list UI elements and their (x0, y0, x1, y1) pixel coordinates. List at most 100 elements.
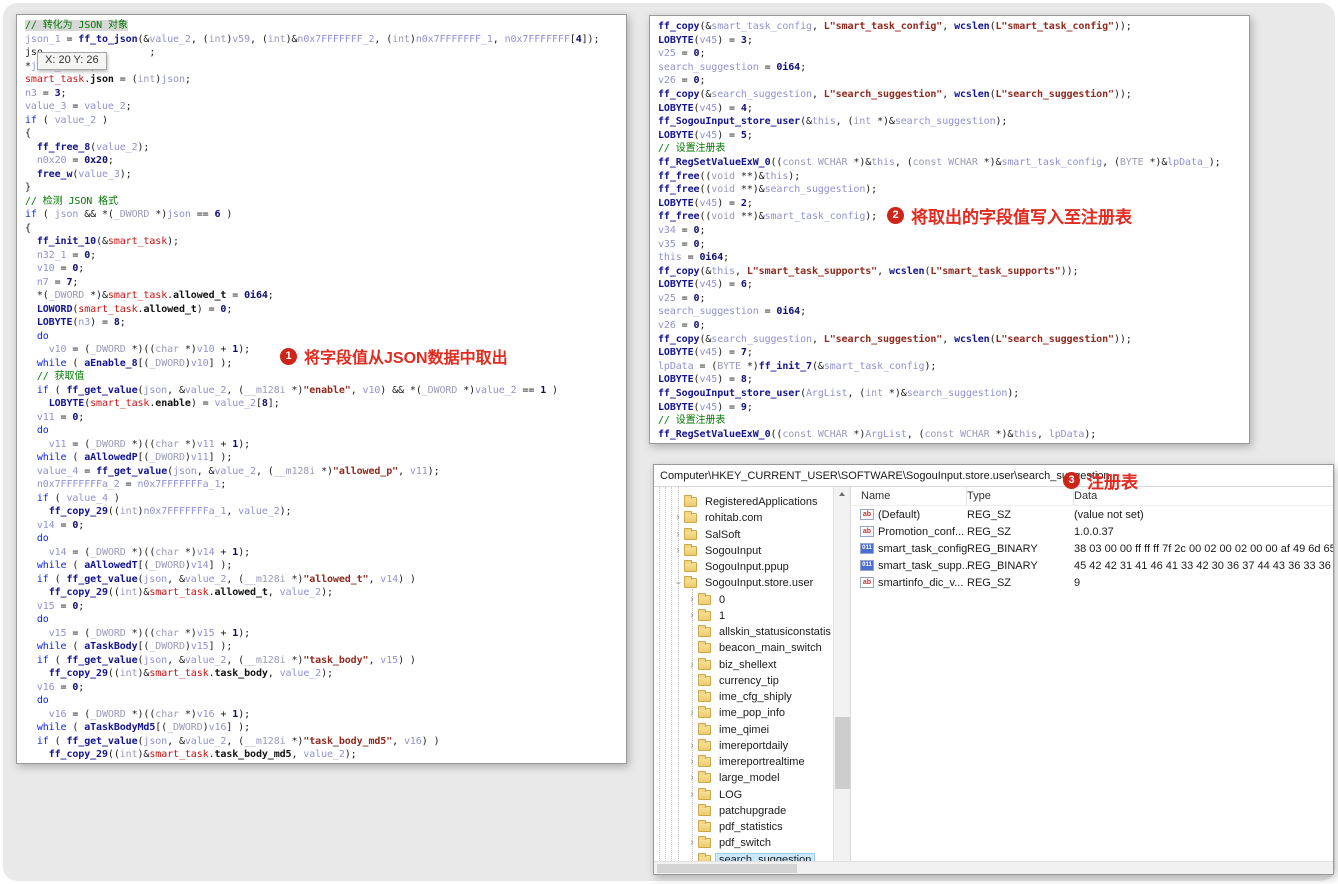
circled-number-3-icon: 3 (1063, 472, 1080, 489)
folder-icon (698, 690, 711, 703)
value-type: REG_BINARY (967, 542, 1038, 555)
code-line: do (36, 425, 49, 436)
column-header-type[interactable]: Type (967, 487, 1074, 505)
code-line: // 获取值 (36, 371, 85, 382)
tree-item[interactable]: › SalSoft (654, 527, 850, 543)
annotation-1: 1 将字段值从JSON数据中取出 (280, 344, 508, 368)
chevron-icon[interactable]: › (686, 772, 698, 784)
tree-item[interactable]: › 0 (654, 592, 850, 608)
circled-number-1-icon: 1 (280, 347, 297, 365)
chevron-icon[interactable]: › (672, 545, 684, 557)
chevron-icon[interactable]: › (672, 529, 684, 541)
folder-icon (684, 560, 697, 573)
code-line: ff_copy_29((int)&smart_task.allowed_t, v… (48, 587, 333, 598)
tree-item[interactable]: › 1 (654, 608, 850, 624)
tree-item[interactable]: search_suggestion (654, 852, 850, 861)
chevron-icon[interactable]: › (672, 577, 684, 589)
code-line: do (36, 614, 49, 625)
code-line: LOWORD(smart_task.allowed_t) = 0; (36, 303, 233, 315)
code-line: LOBYTE(n3) = 8; (36, 317, 126, 328)
registry-value-list: Name Type Data (Default)REG_SZ(value not… (852, 487, 1333, 861)
code-line: n32_1 = 0; (36, 249, 97, 261)
reg-binary-icon (860, 543, 874, 554)
tree-item[interactable]: › SogouInput (654, 543, 850, 559)
registry-value-row[interactable]: smartinfo_dic_v...REG_SZ 9 (852, 574, 1333, 591)
chevron-icon[interactable]: › (686, 837, 698, 849)
chevron-icon[interactable]: › (686, 594, 698, 606)
code-line: ff_copy_29((int)&smart_task.task_body, v… (48, 668, 333, 679)
tree-item[interactable]: ime_cfg_shiply (654, 689, 850, 705)
tree-item[interactable]: RegisteredApplications (654, 494, 850, 510)
tree-item-label: SalSoft (705, 528, 741, 541)
code-line: ff_free((void **)&search_suggestion); (658, 184, 878, 196)
tree-item[interactable]: pdf_statistics (654, 819, 850, 835)
reg-sz-icon (860, 509, 874, 520)
tree-item-label: allskin_statusiconstatis (719, 626, 831, 639)
registry-value-row[interactable]: (Default) REG_SZ (value not set) (852, 506, 1333, 523)
chevron-icon[interactable]: › (686, 740, 698, 752)
code-line: ff_RegSetValueExW_0((const WCHAR *)ArgLi… (658, 428, 1097, 440)
chevron-icon[interactable]: › (686, 789, 698, 801)
tree-item[interactable]: ime_qimei (654, 722, 850, 738)
code-line: LOBYTE(v45) = 6; (658, 279, 753, 291)
tree-item[interactable]: › biz_shellext (654, 657, 850, 673)
code-line: v10 = 0; (36, 263, 85, 274)
tree-item[interactable]: beacon_main_switch (654, 640, 850, 656)
registry-value-row[interactable]: Promotion_conf...REG_SZ 1.0.0.37 (852, 523, 1333, 540)
tree-item[interactable]: › LOG (654, 787, 850, 803)
registry-path: Computer\HKEY_CURRENT_USER\SOFTWARE\Sogo… (660, 470, 1110, 482)
tree-item[interactable]: › SogouInput.store.user (654, 575, 850, 591)
tree-item-label: pdf_switch (719, 837, 771, 850)
code-line: while ( aAllowedT[(_DWORD)v14] ); (36, 560, 233, 571)
chevron-icon[interactable]: › (686, 659, 698, 671)
canvas: // 转化为 JSON 对象 json_1 = ff_to_json(&value… (3, 3, 1335, 881)
registry-value-row[interactable]: smart_task_supp...REG_BINARY 45 42 42 31 … (852, 557, 1333, 574)
chevron-icon[interactable]: › (686, 707, 698, 719)
code-line: v16 = (_DWORD *)((char *)v16 + 1); (48, 708, 251, 720)
code-line: // 转化为 JSON 对象 (25, 20, 128, 31)
code-line: v25 = 0; (658, 292, 706, 304)
tree-item[interactable]: › large_model (654, 770, 850, 786)
tree-item[interactable]: currency_tip (654, 673, 850, 689)
tree-item-label: ime_pop_info (719, 707, 786, 720)
code-line: ff_SogouInput_store_user(&this, (int *)&… (658, 116, 1008, 128)
tree-item-label: large_model (719, 772, 780, 785)
tree-item[interactable]: › rohitab.com (654, 510, 850, 526)
chevron-icon[interactable]: › (672, 512, 684, 524)
folder-icon (698, 592, 711, 605)
tree-item[interactable]: allskin_statusiconstatis (654, 624, 850, 640)
tree-item-label: beacon_main_switch (719, 642, 822, 655)
scrollbar-thumb[interactable] (835, 717, 850, 789)
code-line: while ( aTaskBody[(_DWORD)v15] ); (36, 641, 233, 652)
tree-item[interactable]: SogouInput.ppup (654, 559, 850, 575)
chevron-icon[interactable]: › (686, 756, 698, 768)
folder-icon (698, 722, 711, 735)
scroll-up-arrow-icon[interactable] (839, 492, 845, 496)
scrollbar-thumb[interactable] (657, 864, 797, 873)
code-line: n3 = 3; (25, 87, 67, 99)
column-header-name[interactable]: Name (861, 487, 967, 505)
code-line: ff_init_10(&smart_task); (36, 236, 179, 247)
code-line: LOBYTE(v45) = 3; (658, 34, 753, 46)
pseudocode-view[interactable]: // 转化为 JSON 对象 json_1 = ff_to_json(&value… (17, 15, 626, 763)
value-data: (value not set) (1074, 508, 1144, 521)
tree-item[interactable]: patchupgrade (654, 803, 850, 819)
tree-item[interactable]: › ime_pop_info (654, 705, 850, 721)
tree-item[interactable]: › imereportdaily (654, 738, 850, 754)
coordinates-tooltip: X: 20 Y: 26 (37, 52, 107, 70)
tree-item-label: ime_cfg_shiply (719, 691, 792, 704)
tree-item[interactable]: › pdf_switch (654, 835, 850, 851)
horizontal-scrollbar[interactable] (654, 861, 1333, 874)
tree-scrollbar[interactable] (833, 487, 850, 861)
registry-address-bar[interactable]: Computer\HKEY_CURRENT_USER\SOFTWARE\Sogo… (654, 465, 1333, 487)
registry-value-row[interactable]: smart_task_configREG_BINARY 38 03 00 00 f… (852, 540, 1333, 557)
folder-icon (684, 495, 697, 508)
code-line: if ( ff_get_value(json, &value_2, (__m12… (36, 735, 440, 747)
code-line: free_w(value_3); (36, 168, 132, 180)
pseudocode-view[interactable]: ff_copy(&smart_task_config, L"smart_task… (650, 16, 1249, 443)
code-line: ff_copy(&search_suggestion, L"search_sug… (658, 88, 1132, 100)
tree-item-label: imereportdaily (719, 739, 789, 752)
tree-item[interactable]: › imereportrealtime (654, 754, 850, 770)
chevron-icon[interactable]: › (686, 610, 698, 622)
code-line: value_3 = value_2; (25, 101, 132, 112)
